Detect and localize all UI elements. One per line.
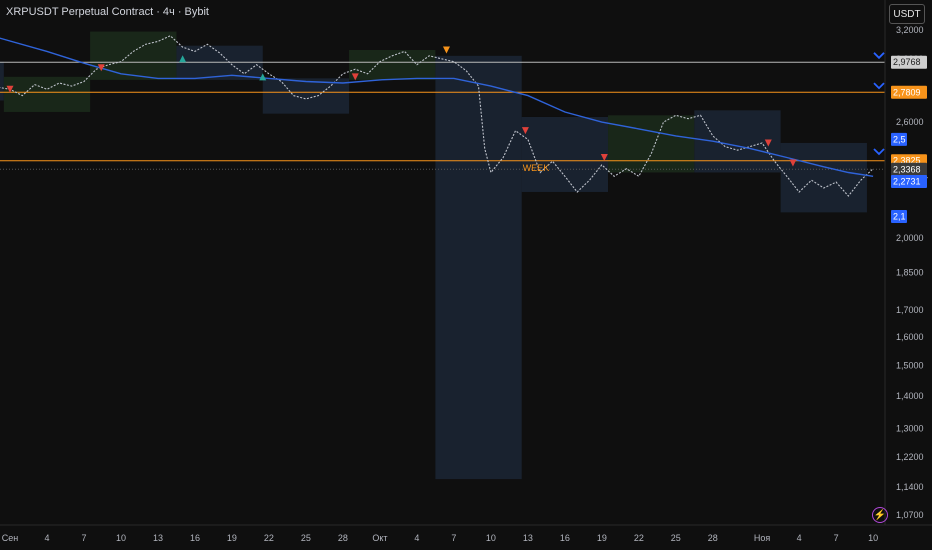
x-tick-label: 7 xyxy=(834,533,839,543)
range-box xyxy=(435,55,522,480)
range-box xyxy=(3,76,91,112)
currency-button[interactable]: USDT xyxy=(889,4,925,24)
x-tick-label: 7 xyxy=(451,533,456,543)
y-tick-label: 1,5000 xyxy=(896,360,924,370)
x-tick-label: 10 xyxy=(868,533,878,543)
range-box xyxy=(608,115,695,173)
range-box xyxy=(0,61,4,101)
chart-title: XRPUSDT Perpetual Contract · 4ч · Bybit xyxy=(6,6,209,18)
x-tick-label: 4 xyxy=(797,533,802,543)
x-tick-label: 4 xyxy=(44,533,49,543)
x-tick-label: 10 xyxy=(486,533,496,543)
range-box xyxy=(521,116,609,192)
range-box xyxy=(780,142,867,213)
range-box xyxy=(262,78,350,114)
chevron-down-icon[interactable] xyxy=(873,82,885,90)
signal-marker xyxy=(442,46,450,54)
x-tick-label: Ноя xyxy=(754,533,771,543)
price-tag-label: 2,2731 xyxy=(893,177,921,187)
y-tick-label: 1,6000 xyxy=(896,332,924,342)
x-tick-label: 28 xyxy=(708,533,718,543)
lightning-icon[interactable]: ⚡ xyxy=(872,507,888,523)
x-tick-label: 25 xyxy=(301,533,311,543)
y-tick-label: 2,6000 xyxy=(896,117,924,127)
y-tick-label: 1,8500 xyxy=(896,268,924,278)
range-box xyxy=(176,45,263,80)
y-tick-label: 1,2200 xyxy=(896,452,924,462)
chevron-down-icon[interactable] xyxy=(873,148,885,156)
y-tick-label: 1,7000 xyxy=(896,305,924,315)
y-tick-label: 1,3000 xyxy=(896,424,924,434)
x-tick-label: 13 xyxy=(523,533,533,543)
price-tag-label: 2,1 xyxy=(893,212,906,222)
x-tick-label: 19 xyxy=(597,533,607,543)
x-tick-label: 13 xyxy=(153,533,163,543)
price-tag-label: 2,7809 xyxy=(893,87,921,97)
x-tick-label: 22 xyxy=(634,533,644,543)
x-tick-label: 10 xyxy=(116,533,126,543)
x-tick-label: 22 xyxy=(264,533,274,543)
x-tick-label: 16 xyxy=(560,533,570,543)
x-tick-label: 19 xyxy=(227,533,237,543)
price-tag-label: 2,9768 xyxy=(893,57,921,67)
chart-canvas[interactable]: WEEK 3,20003,00002,60002,00001,85001,700… xyxy=(0,0,932,550)
price-tag-label: 2,3368 xyxy=(893,164,921,174)
y-tick-label: 1,1400 xyxy=(896,482,924,492)
x-tick-label: 7 xyxy=(81,533,86,543)
week-annotation: WEEK xyxy=(523,163,550,173)
x-tick-label: Сен xyxy=(2,533,19,543)
y-tick-label: 1,4000 xyxy=(896,391,924,401)
chevron-down-icon[interactable] xyxy=(873,52,885,60)
price-tag-label: 2,5 xyxy=(893,134,906,144)
y-tick-label: 2,0000 xyxy=(896,233,924,243)
x-tick-label: Окт xyxy=(372,533,387,543)
x-tick-label: 28 xyxy=(338,533,348,543)
x-tick-label: 25 xyxy=(671,533,681,543)
y-tick-label: 3,2000 xyxy=(896,25,924,35)
x-tick-label: 4 xyxy=(414,533,419,543)
range-box xyxy=(349,50,436,80)
x-tick-label: 16 xyxy=(190,533,200,543)
y-tick-label: 1,0700 xyxy=(896,510,924,520)
